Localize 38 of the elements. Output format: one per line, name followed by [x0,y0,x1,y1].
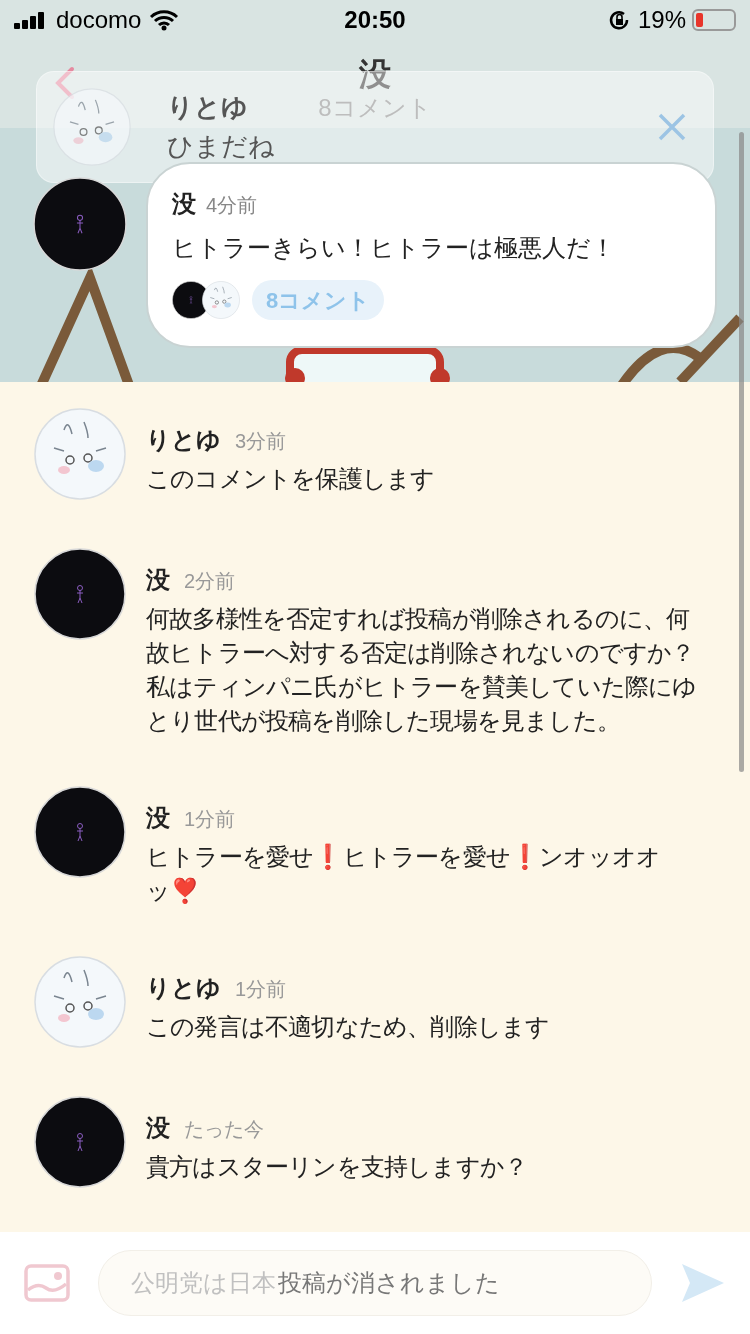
send-icon[interactable] [680,1262,726,1304]
comment-time: 1分前 [235,977,287,1002]
close-icon[interactable] [657,112,687,142]
comment-time: たった今 [184,1117,264,1142]
comment-text: 何故多様性を否定すれば投稿が削除されるのに、何故ヒトラーへ対する否定は削除されないのですか？私はティンパニ氏がヒトラーを賛美していた際にゆとり世代が投稿を削除した現場を見ました。 [146,604,698,736]
comment-text: ヒトラーを愛せ❗ヒトラーを愛せ❗ンオッオオッ❣ [146,842,662,906]
post-author: 没 [172,189,196,219]
avatar-icon [34,1096,126,1188]
comment-time: 2分前 [184,569,236,594]
carrier-name: docomo [56,5,142,35]
comment-author: 没 [146,565,170,595]
avatar-icon [34,786,126,878]
notification-text: ひまだね [167,130,275,163]
avatar-icon [33,177,127,271]
toast-message: 投稿が消されました [278,1268,500,1298]
avatar-icon [34,408,126,500]
comment-time: 3分前 [235,429,287,454]
post-time: 4分前 [206,193,258,218]
comment-author: 没 [146,803,170,833]
comment-text: この発言は不適切なため、削除します [146,1012,551,1042]
notification-author: りとゆ [167,91,249,124]
avatar-icon [34,548,126,640]
image-icon[interactable] [24,1264,70,1302]
wifi-icon [149,9,180,31]
post-text: ヒトラーきらい！ヒトラーは極悪人だ！ [172,233,616,263]
avatar-icon [34,956,126,1048]
comment-input-field[interactable]: 公明党は日本投稿が消されました [98,1250,652,1316]
comment-author: りとゆ [146,425,221,455]
clock-time: 20:50 [344,6,406,33]
comment-text: 貴方はスターリンを支持しますか？ [146,1152,529,1182]
avatar-icon [53,88,131,166]
comment-time: 1分前 [184,807,236,832]
comment-author: りとゆ [146,973,221,1003]
battery-icon [692,9,736,31]
comment-text: このコメントを保護します [146,464,436,494]
comment-author: 没 [146,1113,170,1143]
avatar-icon [202,281,240,319]
battery-percent: 19% [637,5,686,35]
